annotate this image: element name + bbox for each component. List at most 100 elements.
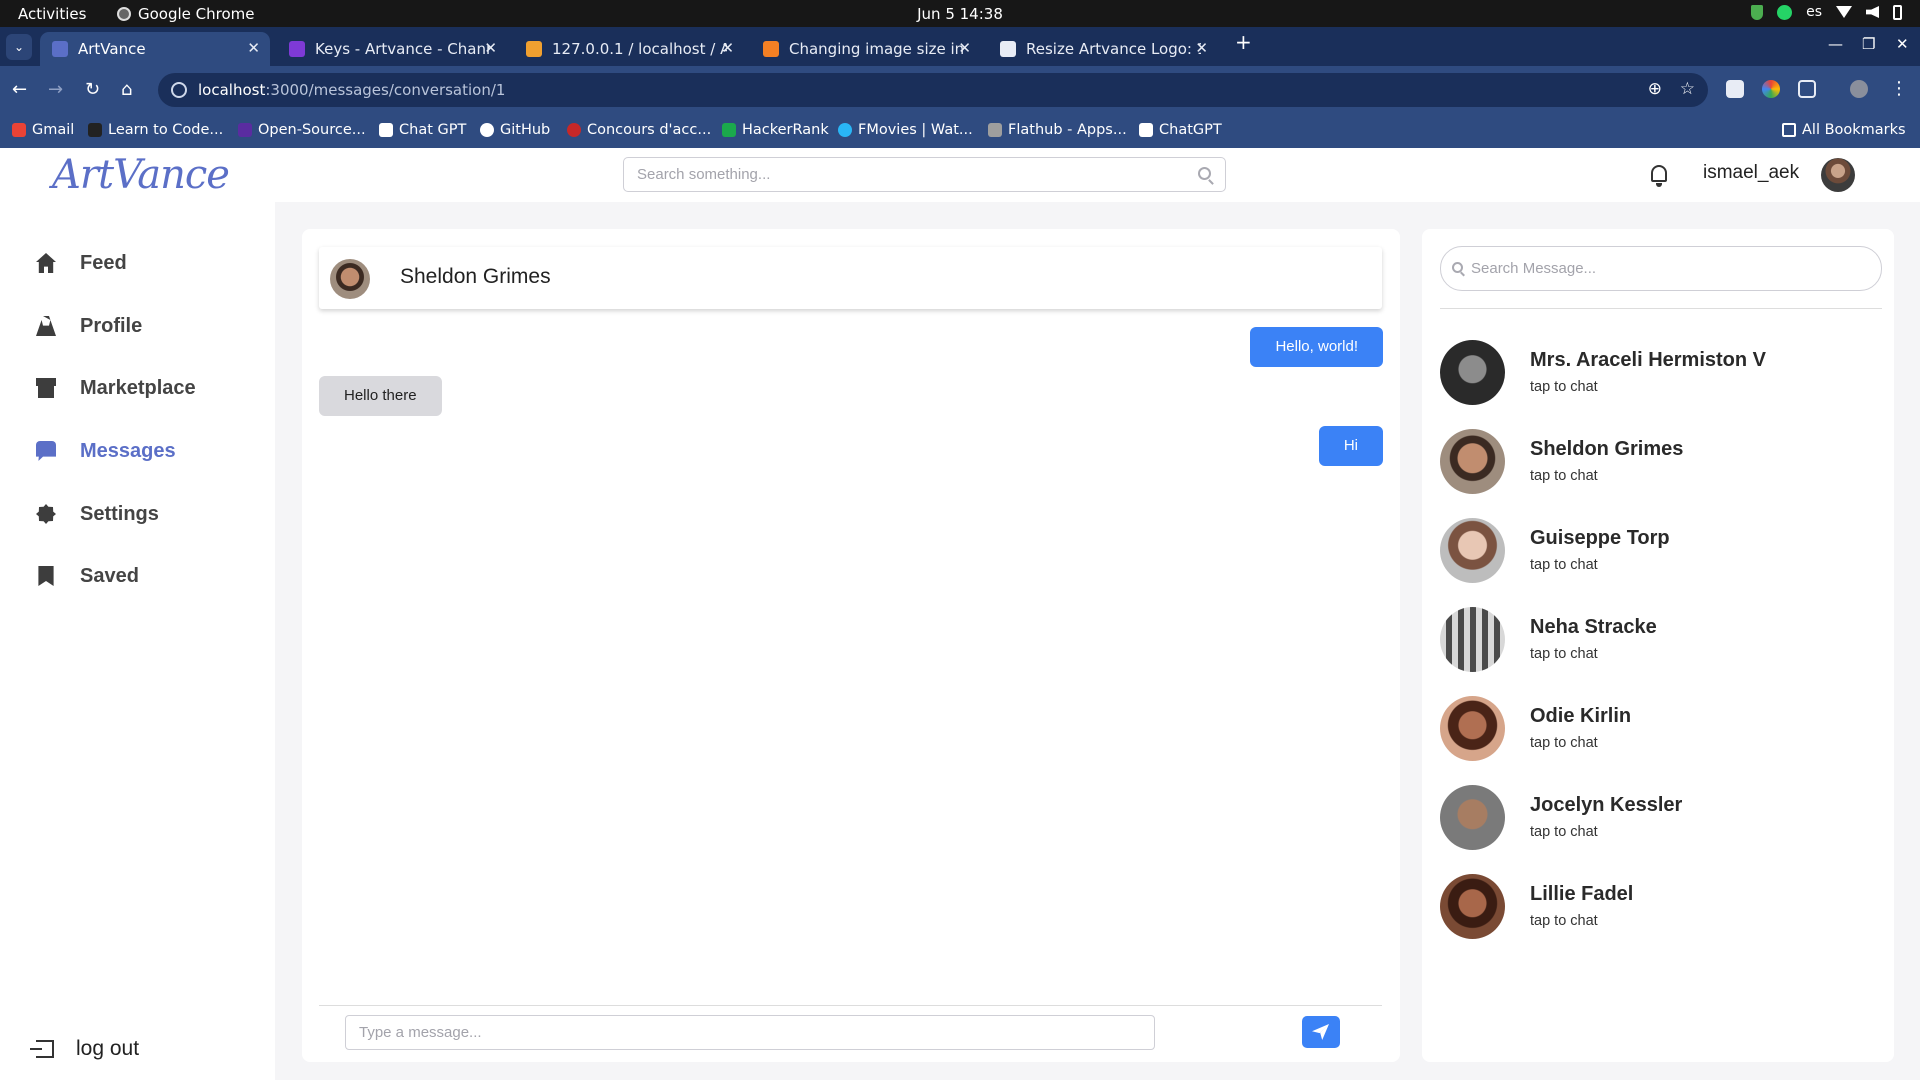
minimize-icon[interactable]: — — [1828, 35, 1843, 53]
contact-item[interactable]: Neha Stracke tap to chat — [1440, 607, 1880, 673]
new-tab-button[interactable]: + — [1235, 30, 1252, 54]
reload-icon[interactable]: ↻ — [85, 79, 100, 100]
bookmark-fmovies[interactable]: FMovies | Wat... — [838, 122, 973, 138]
contact-item[interactable]: Lillie Fadel tap to chat — [1440, 874, 1880, 940]
system-tray[interactable]: es — [1751, 4, 1902, 20]
artvance-logo[interactable]: ArtVance — [52, 152, 230, 198]
contacts-divider — [1440, 308, 1882, 309]
extension-icon[interactable] — [1726, 80, 1744, 98]
message-bubble-sent: Hello, world! — [1250, 327, 1383, 367]
search-icon[interactable] — [1198, 167, 1211, 180]
message-search — [1440, 246, 1882, 291]
sidebar-item-profile[interactable]: Profile — [36, 310, 142, 342]
contact-item[interactable]: Jocelyn Kessler tap to chat — [1440, 785, 1880, 851]
browser-toolbar: ← → ↻ ⌂ localhost:3000/messages/conversa… — [0, 66, 1920, 114]
sidebar-item-saved[interactable]: Saved — [36, 560, 139, 592]
tab-phpmyadmin[interactable]: 127.0.0.1 / localhost / Artvance ✕ — [514, 32, 744, 66]
profile-avatar-icon[interactable] — [1850, 80, 1868, 98]
extensions-puzzle-icon[interactable] — [1798, 80, 1816, 98]
contact-item[interactable]: Guiseppe Torp tap to chat — [1440, 518, 1880, 584]
message-input[interactable] — [346, 1016, 1154, 1049]
username[interactable]: ismael_aek — [1703, 162, 1799, 184]
forward-icon[interactable]: → — [48, 79, 63, 100]
contact-avatar[interactable] — [330, 259, 370, 299]
bookmark-gmail[interactable]: Gmail — [12, 122, 74, 138]
contact-item[interactable]: Odie Kirlin tap to chat — [1440, 696, 1880, 762]
keyboard-layout[interactable]: es — [1806, 4, 1822, 20]
sidebar-item-feed[interactable]: Feed — [36, 247, 127, 279]
home-icon[interactable]: ⌂ — [121, 79, 132, 100]
contact-item[interactable]: Sheldon Grimes tap to chat — [1440, 429, 1880, 495]
tab-search-button[interactable]: ⌄ — [6, 34, 32, 60]
contacts-panel: Mrs. Araceli Hermiston V tap to chat She… — [1422, 229, 1894, 1062]
close-window-icon[interactable]: ✕ — [1896, 35, 1909, 53]
message-search-input[interactable] — [1441, 247, 1881, 290]
contact-name: Lillie Fadel — [1530, 883, 1634, 905]
tab-title: Resize Artvance Logo: 1000 — [1026, 40, 1201, 58]
user-avatar[interactable] — [1821, 158, 1855, 192]
contact-item[interactable]: Mrs. Araceli Hermiston V tap to chat — [1440, 340, 1880, 406]
contact-avatar — [1440, 340, 1505, 405]
sidebar-item-label: Marketplace — [80, 376, 196, 399]
bookmark-github[interactable]: GitHub — [480, 122, 550, 138]
whatsapp-icon[interactable] — [1777, 4, 1793, 20]
logout-button[interactable]: log out — [30, 1037, 139, 1061]
tab-title: ArtVance — [78, 40, 146, 58]
close-tab-icon[interactable]: ✕ — [247, 39, 260, 57]
sidebar-item-marketplace[interactable]: Marketplace — [36, 372, 196, 404]
contact-subtitle: tap to chat — [1530, 824, 1598, 840]
message-icon — [36, 441, 56, 461]
tab-strip: ⌄ ArtVance ✕ Keys - Artvance - Channels … — [0, 27, 1920, 66]
stackoverflow-favicon — [763, 41, 779, 57]
bookmark-concours[interactable]: Concours d'acc... — [567, 122, 711, 138]
restore-icon[interactable]: ❐ — [1862, 35, 1875, 53]
contact-name: Odie Kirlin — [1530, 705, 1632, 727]
message-bubble-received: Hello there — [319, 376, 442, 416]
close-tab-icon[interactable]: ✕ — [484, 39, 497, 57]
wifi-icon[interactable] — [1836, 6, 1852, 18]
contact-name: Sheldon Grimes — [1530, 438, 1684, 460]
send-button[interactable] — [1302, 1016, 1340, 1048]
contact-avatar — [1440, 874, 1505, 939]
bookmark-hackerrank[interactable]: HackerRank — [722, 122, 829, 138]
bookmark-chat-gpt[interactable]: Chat GPT — [379, 122, 466, 138]
tab-stackoverflow[interactable]: Changing image size in Markdown ✕ — [751, 32, 981, 66]
zoom-icon[interactable]: ⊕ — [1648, 79, 1662, 99]
bookmark-star-icon[interactable]: ☆ — [1680, 79, 1695, 99]
volume-icon[interactable] — [1866, 6, 1879, 18]
bookmark-learn-to-code[interactable]: Learn to Code... — [88, 122, 223, 138]
chatgpt-favicon — [1000, 41, 1016, 57]
sidebar-item-settings[interactable]: Settings — [36, 498, 159, 530]
bookmark-chatgpt[interactable]: ChatGPT — [1139, 122, 1222, 138]
color-picker-extension-icon[interactable] — [1762, 80, 1780, 98]
contact-avatar — [1440, 785, 1505, 850]
back-icon[interactable]: ← — [12, 79, 27, 100]
system-clock[interactable]: Jun 5 14:38 — [0, 5, 1920, 23]
notification-bell-icon[interactable] — [1651, 165, 1667, 187]
sidebar-item-label: Feed — [80, 251, 127, 274]
global-search — [623, 157, 1226, 192]
sidebar-item-label: Messages — [80, 439, 176, 462]
more-menu-icon[interactable]: ⋮ — [1890, 78, 1908, 99]
close-tab-icon[interactable]: ✕ — [1195, 39, 1208, 57]
sidebar-item-messages[interactable]: Messages — [36, 435, 176, 467]
contact-name: Guiseppe Torp — [1530, 527, 1670, 549]
tab-keys[interactable]: Keys - Artvance - Channels ✕ — [277, 32, 507, 66]
battery-icon[interactable] — [1893, 4, 1902, 20]
shield-icon[interactable] — [1751, 4, 1764, 20]
contact-subtitle: tap to chat — [1530, 379, 1598, 395]
bookmark-open-source[interactable]: Open-Source... — [238, 122, 366, 138]
close-tab-icon[interactable]: ✕ — [958, 39, 971, 57]
tab-title: 127.0.0.1 / localhost / Artvance — [552, 40, 727, 58]
artvance-favicon — [52, 41, 68, 57]
site-info-icon[interactable] — [171, 82, 187, 98]
contact-avatar — [1440, 696, 1505, 761]
bookmark-flathub[interactable]: Flathub - Apps... — [988, 122, 1127, 138]
tab-artvance[interactable]: ArtVance ✕ — [40, 32, 270, 66]
close-tab-icon[interactable]: ✕ — [721, 39, 734, 57]
all-bookmarks-button[interactable]: All Bookmarks — [1782, 122, 1906, 138]
sidebar-item-label: Settings — [80, 502, 159, 525]
tab-resize-logo[interactable]: Resize Artvance Logo: 1000 ✕ — [988, 32, 1218, 66]
address-bar[interactable]: localhost:3000/messages/conversation/1 ⊕… — [158, 73, 1708, 107]
global-search-input[interactable] — [624, 158, 1225, 191]
